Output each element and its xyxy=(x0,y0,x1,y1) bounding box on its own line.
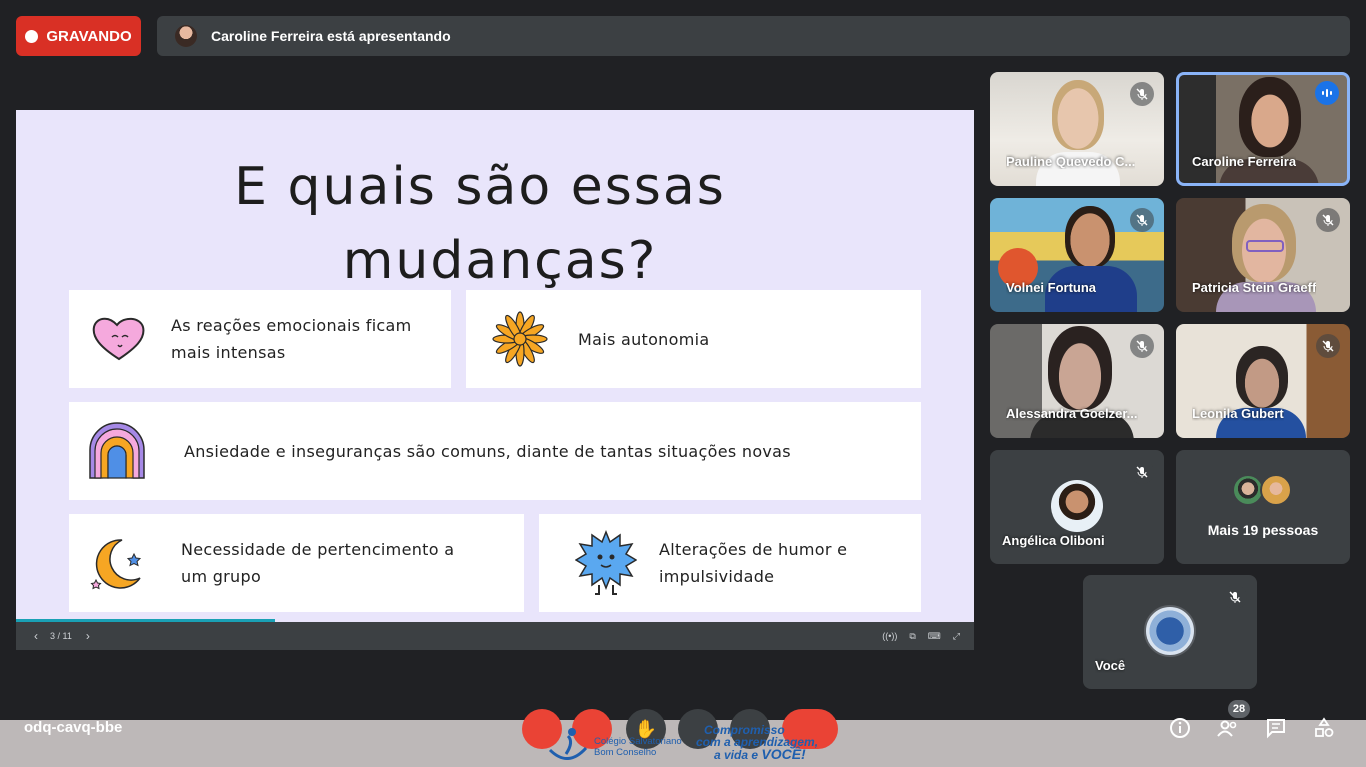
school-name-line-2: Bom Conselho xyxy=(594,747,657,758)
fullscreen-icon[interactable]: ⤢ xyxy=(953,631,960,642)
participant-count-badge: 28 xyxy=(1228,700,1250,718)
mic-off-icon xyxy=(1130,208,1154,232)
mic-off-icon xyxy=(1130,334,1154,358)
slide-card-mood: Alterações de humor e impulsividade xyxy=(539,514,921,612)
slide-card-text: Alterações de humor e impulsividade xyxy=(659,540,848,586)
more-people-label: Mais 19 pessoas xyxy=(1207,522,1319,538)
participant-video xyxy=(1052,80,1104,150)
participant-tile[interactable]: Patricia Stein Graeff xyxy=(1176,198,1350,312)
slide-title-line-1: E quais são essas xyxy=(234,157,726,217)
slide-card-emotions: As reações emocionais ficam mais intensa… xyxy=(69,290,451,388)
participant-name: Patricia Stein Graeff xyxy=(1192,280,1317,295)
self-name: Você xyxy=(1095,658,1126,673)
self-avatar-logo xyxy=(1144,605,1196,657)
participant-name: Angélica Oliboni xyxy=(1002,533,1105,548)
participant-tile[interactable]: Leonila Gubert xyxy=(1176,324,1350,438)
participant-video xyxy=(1239,77,1301,157)
participant-tile-speaking[interactable]: Caroline Ferreira xyxy=(1176,72,1350,186)
mic-off-icon xyxy=(1130,460,1154,484)
chat-icon[interactable] xyxy=(1264,716,1288,740)
info-icon[interactable] xyxy=(1168,716,1192,740)
participant-tile[interactable]: Angélica Oliboni xyxy=(990,450,1164,564)
slide-title-line-2: mudanças? xyxy=(342,231,658,291)
slide-title: E quais são essas mudanças? xyxy=(16,150,974,298)
participant-video xyxy=(1236,346,1288,408)
participant-name: Caroline Ferreira xyxy=(1192,154,1297,169)
slogan-emphasis: VOCÊ! xyxy=(761,746,806,762)
keyboard-icon[interactable]: ⌨ xyxy=(928,631,941,642)
next-slide-button[interactable]: › xyxy=(86,629,90,643)
school-logo-icon xyxy=(548,728,588,760)
record-dot-icon xyxy=(25,29,39,43)
mic-off-icon xyxy=(1130,82,1154,106)
more-participants-tile[interactable]: Mais 19 pessoas xyxy=(1176,450,1350,564)
people-icon[interactable] xyxy=(1216,716,1240,740)
presenting-text: Caroline Ferreira está apresentando xyxy=(211,28,451,44)
school-logo-banner: Colégio Salvatoriano Bom Conselho Compro… xyxy=(540,722,830,764)
prev-slide-button[interactable]: ‹ xyxy=(34,629,38,643)
slide-controls: ‹ 3 / 11 › ((•)) ⧉ ⌨ ⤢ xyxy=(16,622,974,650)
flower-icon xyxy=(492,311,548,367)
meeting-code: odq-cavq-bbe xyxy=(24,719,123,736)
spiky-monster-icon xyxy=(575,530,637,596)
presentation-banner: Caroline Ferreira está apresentando xyxy=(157,16,1350,56)
speaking-indicator-icon xyxy=(1315,81,1339,105)
slogan-line-3-text: a vida e xyxy=(714,748,759,762)
slide-card-belonging: Necessidade de pertencimento a um grupo xyxy=(69,514,524,612)
heart-icon xyxy=(87,315,151,363)
avatar xyxy=(1260,474,1292,506)
avatar xyxy=(1051,480,1103,532)
moon-icon xyxy=(87,534,147,592)
participant-video xyxy=(1065,206,1115,268)
participant-name: Leonila Gubert xyxy=(1192,406,1284,421)
presenter-avatar xyxy=(175,25,197,47)
activities-icon[interactable] xyxy=(1312,716,1336,740)
slide-card-autonomy: Mais autonomia xyxy=(466,290,921,388)
slide-card-anxiety: Ansiedade e inseguranças são comuns, dia… xyxy=(69,402,921,500)
slide-card-text: Necessidade de pertencimento a um grupo xyxy=(181,540,455,586)
slide-card-text: As reações emocionais ficam mais intensa… xyxy=(171,316,412,362)
window-icon[interactable]: ⧉ xyxy=(909,631,915,642)
self-tile[interactable]: Você xyxy=(1083,575,1257,689)
participant-name: Alessandra Goelzer... xyxy=(1006,406,1138,421)
slogan-line-3: a vida e VOCÊ! xyxy=(714,746,806,762)
slide-card-text: Ansiedade e inseguranças são comuns, dia… xyxy=(184,441,791,461)
mic-off-icon xyxy=(1316,334,1340,358)
rainbow-icon xyxy=(87,422,147,480)
slide-card-text: Mais autonomia xyxy=(578,329,710,349)
mic-off-icon xyxy=(1223,585,1247,609)
page-indicator: 3 / 11 xyxy=(50,631,72,641)
cast-icon[interactable]: ((•)) xyxy=(882,631,897,641)
presentation-slide: E quais são essas mudanças? As reações e… xyxy=(16,110,974,622)
recording-label: GRAVANDO xyxy=(46,27,132,45)
participant-tile[interactable]: Alessandra Goelzer... xyxy=(990,324,1164,438)
participant-name: Volnei Fortuna xyxy=(1006,280,1097,295)
participant-tile[interactable]: Pauline Quevedo C... xyxy=(990,72,1164,186)
participant-tile[interactable]: Volnei Fortuna xyxy=(990,198,1164,312)
participant-name: Pauline Quevedo C... xyxy=(1006,154,1136,169)
participant-video xyxy=(1048,326,1112,410)
school-name-line-1: Colégio Salvatoriano xyxy=(594,736,682,747)
recording-badge[interactable]: GRAVANDO xyxy=(16,16,141,56)
mic-off-icon xyxy=(1316,208,1340,232)
